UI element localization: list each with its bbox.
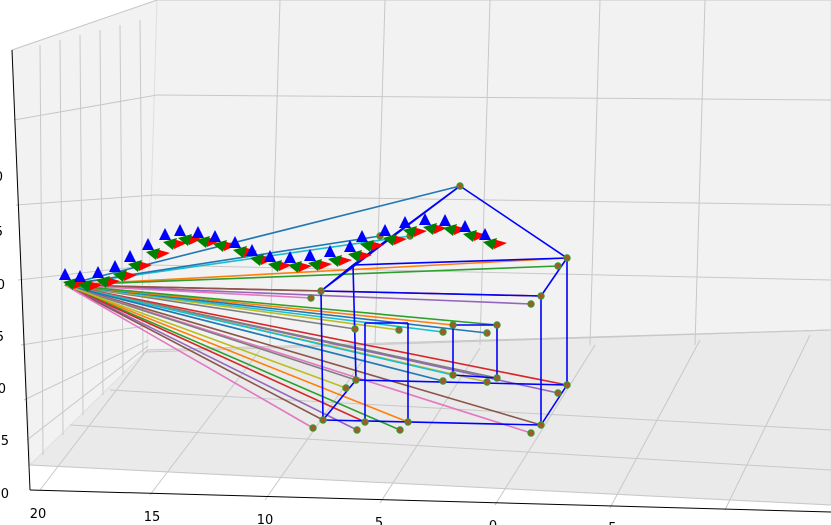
corner-point-9 xyxy=(439,328,447,336)
floor-pane xyxy=(28,329,831,506)
corner-point-0 xyxy=(456,182,464,190)
x-tick-label-2: 10 xyxy=(257,513,274,525)
corner-point-17 xyxy=(493,374,501,382)
corner-point-11 xyxy=(449,321,457,329)
corner-point-19 xyxy=(449,371,457,379)
z-tick-label-2: 0 xyxy=(0,382,6,397)
corner-point-28 xyxy=(342,384,350,392)
corner-point-25 xyxy=(319,416,327,424)
x-tick-label-3: 5 xyxy=(375,516,383,525)
x-tick-labels: 20 15 10 5 0 -5 xyxy=(30,507,617,525)
corner-point-2 xyxy=(554,262,562,270)
corner-point-4 xyxy=(527,300,535,308)
corner-point-15 xyxy=(537,421,545,429)
corner-point-7 xyxy=(351,325,359,333)
corner-point-6 xyxy=(307,294,315,302)
x-tick-label-1: 15 xyxy=(144,510,161,525)
corner-point-10 xyxy=(483,329,491,337)
back-wall-pane xyxy=(146,0,831,351)
3d-plot: 20 15 10 5 0 -5 0 5 0 5 0 5 0 5 0 xyxy=(0,0,831,525)
z-tick-label-1: 5 xyxy=(1,434,9,449)
corner-point-20 xyxy=(439,377,447,385)
corner-point-12 xyxy=(493,321,501,329)
corner-point-1 xyxy=(563,254,571,262)
z-tick-label-6: 0 xyxy=(0,170,3,185)
corner-point-8 xyxy=(395,326,403,334)
corner-point-26 xyxy=(309,424,317,432)
x-tick-label-5: -5 xyxy=(604,521,617,525)
corner-point-22 xyxy=(396,426,404,434)
corner-point-13 xyxy=(563,381,571,389)
z-tick-label-5: 5 xyxy=(0,225,3,240)
corner-point-3 xyxy=(537,292,545,300)
z-tick-labels: 050505050 xyxy=(0,170,9,502)
corner-point-18 xyxy=(483,378,491,386)
corner-point-5 xyxy=(317,287,325,295)
z-tick-label-0: 0 xyxy=(1,487,9,502)
corner-point-24 xyxy=(353,426,361,434)
corner-point-16 xyxy=(527,429,535,437)
corner-point-21 xyxy=(404,418,412,426)
x-tick-label-4: 0 xyxy=(489,519,497,525)
z-tick-label-3: 5 xyxy=(0,330,4,345)
x-tick-label-0: 20 xyxy=(30,507,47,522)
corner-point-23 xyxy=(361,418,369,426)
z-tick-label-4: 0 xyxy=(0,278,5,293)
corner-point-14 xyxy=(554,389,562,397)
corner-point-27 xyxy=(352,376,360,384)
